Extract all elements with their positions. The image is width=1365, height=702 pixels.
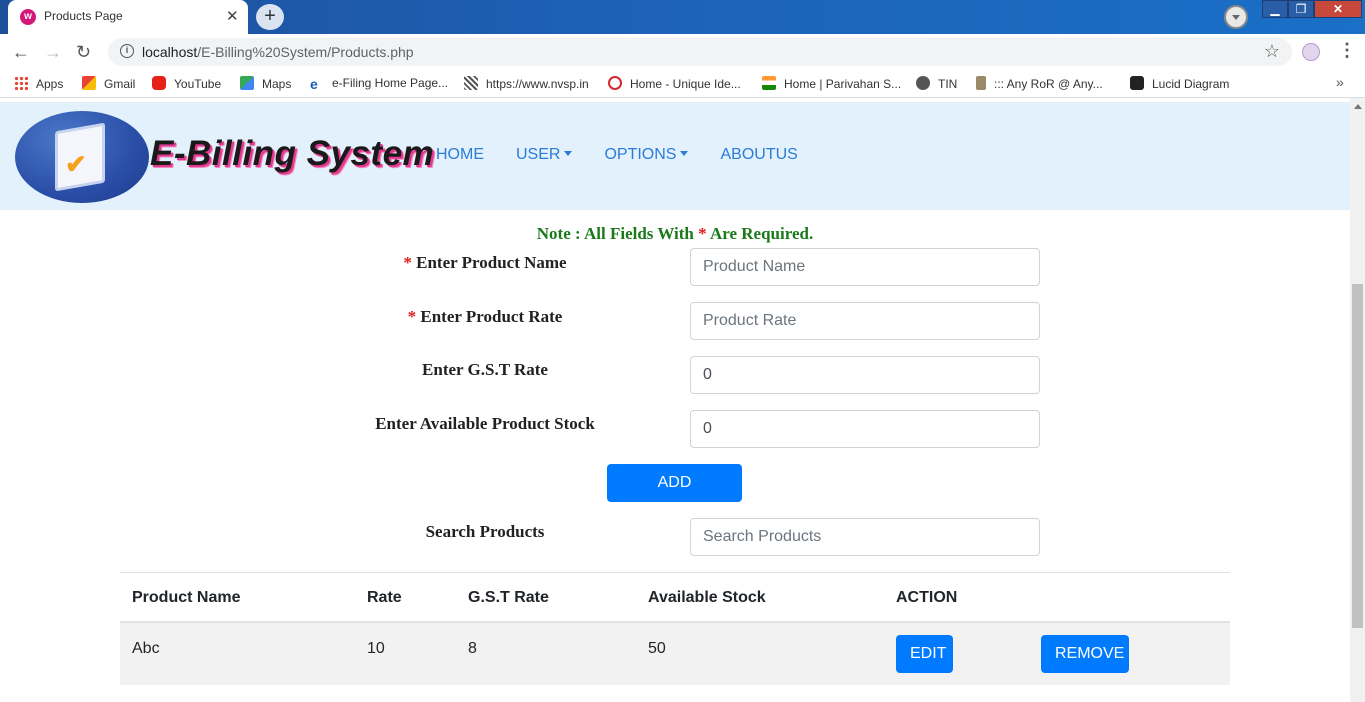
bookmark-star-icon[interactable]: ☆ [1264, 41, 1280, 62]
url-text[interactable]: localhost/E-Billing%20System/Products.ph… [142, 44, 414, 60]
bookmark-gmail[interactable]: Gmail [82, 76, 135, 91]
logo-icon[interactable]: ✔ [15, 111, 149, 203]
page-scrollbar[interactable] [1350, 98, 1365, 702]
bookmark-maps[interactable]: Maps [240, 76, 291, 91]
address-bar[interactable]: i localhost/E-Billing%20System/Products.… [108, 38, 1292, 66]
efiling-icon: e [310, 76, 318, 92]
extension-icon[interactable] [1302, 43, 1320, 61]
lucid-icon [1130, 76, 1144, 90]
scroll-up-arrow-icon[interactable] [1354, 104, 1362, 109]
column-header-gst-rate: G.S.T Rate [468, 589, 549, 606]
table-header: Product Name Rate G.S.T Rate Available S… [120, 573, 1230, 623]
checkmark-icon: ✔ [65, 149, 87, 179]
aadhaar-icon [608, 76, 622, 90]
gmail-icon [82, 76, 96, 90]
chevron-right-icon[interactable]: » [1336, 74, 1344, 90]
bookmark-ror[interactable]: ::: Any RoR @ Any... [976, 76, 1103, 91]
apps-grid-icon [14, 76, 28, 90]
tab-title: Products Page [44, 9, 123, 23]
close-tab-icon[interactable]: ✕ [226, 7, 239, 25]
bookmark-efiling[interactable]: e e-Filing Home Page... [310, 76, 448, 91]
search-products-input[interactable] [690, 518, 1040, 556]
product-name-input[interactable] [690, 248, 1040, 286]
nav-home[interactable]: HOME [436, 146, 484, 164]
globe-icon [916, 76, 930, 90]
column-header-action: ACTION [896, 589, 958, 606]
cell-gst-rate: 8 [468, 640, 477, 657]
bookmarks-bar: Apps Gmail YouTube Maps e e-Filing Home P… [0, 70, 1365, 98]
reload-icon[interactable]: ↻ [76, 42, 91, 63]
back-arrow-icon[interactable]: ← [12, 42, 30, 63]
caret-down-icon [680, 151, 689, 156]
remove-button[interactable]: REMOVE [1041, 635, 1129, 673]
product-name-label: * Enter Product Name [403, 253, 567, 272]
main-nav: HOME USER OPTIONS ABOUTUS [436, 146, 830, 164]
stock-label: Enter Available Product Stock [375, 414, 595, 433]
maps-icon [240, 76, 254, 90]
wamp-favicon-icon: w [20, 9, 36, 25]
info-icon[interactable]: i [120, 44, 134, 58]
browser-menu-icon[interactable]: ⋮ [1338, 40, 1356, 61]
cell-rate: 10 [367, 640, 385, 657]
column-header-product-name: Product Name [132, 589, 241, 606]
window-controls: ▁ ❐ ✕ [1262, 0, 1365, 20]
forward-arrow-icon[interactable]: → [44, 42, 62, 63]
add-product-button[interactable]: ADD PRODUCT [607, 464, 742, 529]
browser-toolbar: ← → ↻ i localhost/E-Billing%20System/Pro… [0, 34, 1365, 70]
table-row: Abc 10 8 50 EDIT REMOVE [120, 623, 1230, 685]
site-header: ✔ E-Billing System HOME USER OPTIONS ABO… [0, 102, 1350, 210]
required-note: Note : All Fields With * Are Required. [536, 224, 814, 243]
india-flag-icon [762, 76, 776, 90]
youtube-icon [152, 76, 166, 90]
minimize-button[interactable]: ▁ [1262, 0, 1288, 18]
new-tab-button[interactable]: + [256, 4, 284, 30]
edit-button[interactable]: EDIT [896, 635, 953, 673]
bookmark-youtube[interactable]: YouTube [152, 76, 221, 91]
bookmark-uidai[interactable]: Home - Unique Ide... [608, 76, 741, 91]
tab-search-icon[interactable] [1224, 5, 1248, 29]
window-close-button[interactable]: ✕ [1314, 0, 1362, 18]
column-header-available-stock: Available Stock [648, 589, 766, 606]
brand-title[interactable]: E-Billing System [150, 134, 434, 174]
nav-options[interactable]: OPTIONS [604, 146, 689, 164]
stock-input[interactable] [690, 410, 1040, 448]
nav-aboutus[interactable]: ABOUTUS [720, 146, 797, 164]
bookmark-tin[interactable]: TIN [916, 76, 957, 91]
gst-rate-label: Enter G.S.T Rate [422, 360, 548, 379]
emblem-icon [976, 76, 986, 90]
gst-rate-input[interactable] [690, 356, 1040, 394]
product-rate-input[interactable] [690, 302, 1040, 340]
product-rate-label: * Enter Product Rate [407, 307, 563, 326]
scrollbar-thumb[interactable] [1352, 284, 1363, 628]
bookmark-apps[interactable]: Apps [14, 76, 63, 91]
browser-tab-bar: w Products Page ✕ + ▁ ❐ ✕ [0, 0, 1365, 34]
bookmark-lucid[interactable]: Lucid Diagram [1130, 76, 1229, 91]
nvsp-icon [464, 76, 478, 90]
nav-user[interactable]: USER [516, 146, 573, 164]
cell-available-stock: 50 [648, 640, 666, 657]
restore-button[interactable]: ❐ [1288, 0, 1314, 18]
page-content: ✔ E-Billing System HOME USER OPTIONS ABO… [0, 98, 1350, 702]
search-products-label: Search Products [425, 522, 545, 541]
caret-down-icon [564, 151, 573, 156]
bookmark-nvsp[interactable]: https://www.nvsp.in [464, 76, 589, 91]
column-header-rate: Rate [367, 589, 402, 606]
bookmark-parivahan[interactable]: Home | Parivahan S... [762, 76, 901, 91]
products-table: Product Name Rate G.S.T Rate Available S… [120, 572, 1230, 685]
browser-tab[interactable]: w Products Page ✕ [8, 0, 248, 34]
cell-product-name: Abc [132, 640, 160, 657]
